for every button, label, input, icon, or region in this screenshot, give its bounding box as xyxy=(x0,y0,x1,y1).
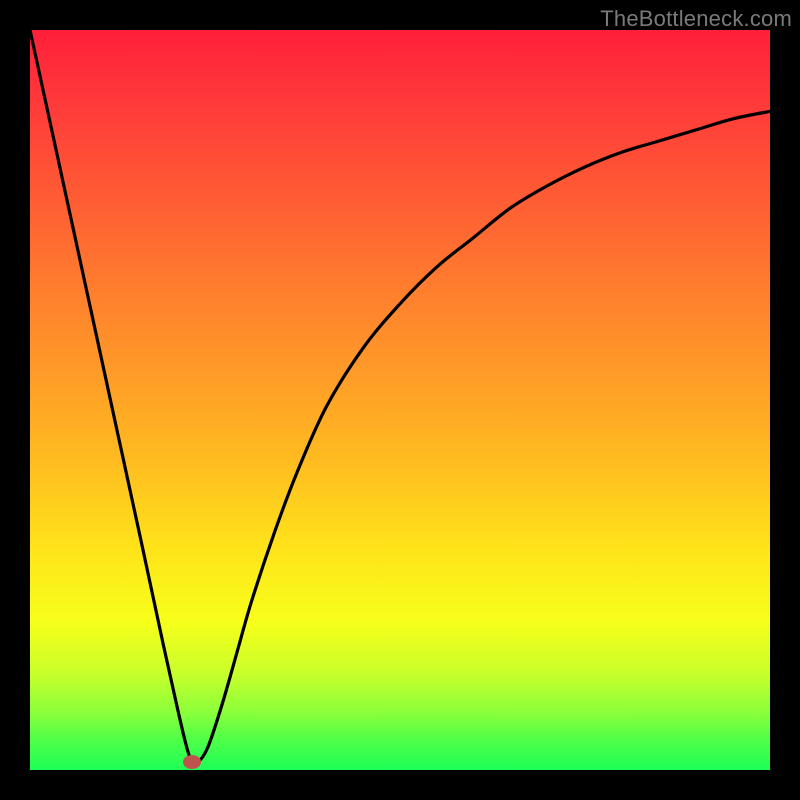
bottleneck-curve xyxy=(30,30,770,770)
curve-path xyxy=(30,30,770,763)
chart-frame: TheBottleneck.com xyxy=(0,0,800,800)
minimum-dot xyxy=(183,755,201,769)
watermark-text: TheBottleneck.com xyxy=(600,6,792,32)
plot-area xyxy=(30,30,770,770)
